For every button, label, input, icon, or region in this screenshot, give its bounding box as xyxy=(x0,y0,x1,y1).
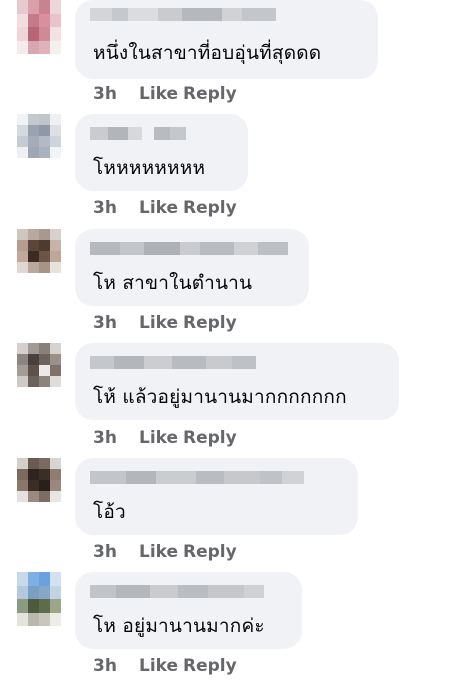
author-name-redacted[interactable] xyxy=(90,471,304,484)
comment-bubble: โห้ แล้วอยู่มานานมากกกกกกก xyxy=(75,343,399,420)
comment-actions: 3h Like Reply xyxy=(93,656,237,676)
reply-link[interactable]: Reply xyxy=(183,313,237,333)
comment-actions: 3h Like Reply xyxy=(93,198,237,218)
comment-time[interactable]: 3h xyxy=(93,542,139,562)
comment-text: โห้ แล้วอยู่มานานมากกกกกกก xyxy=(93,386,347,408)
like-link[interactable]: Like xyxy=(139,542,183,562)
author-name-redacted[interactable] xyxy=(90,127,186,140)
avatar[interactable] xyxy=(17,0,61,54)
author-name-redacted[interactable] xyxy=(90,242,288,255)
avatar[interactable] xyxy=(17,572,61,626)
reply-link[interactable]: Reply xyxy=(183,656,237,676)
comment-actions: 3h Like Reply xyxy=(93,542,237,562)
avatar[interactable] xyxy=(17,458,61,502)
avatar[interactable] xyxy=(17,343,61,387)
comment-bubble: โห อยู่มานานมากค่ะ xyxy=(75,572,302,649)
comment-actions: 3h Like Reply xyxy=(93,84,237,104)
comment-actions: 3h Like Reply xyxy=(93,313,237,333)
comment-time[interactable]: 3h xyxy=(93,656,139,676)
avatar[interactable] xyxy=(17,229,61,273)
reply-link[interactable]: Reply xyxy=(183,542,237,562)
comment-bubble: โอ้ว xyxy=(75,458,358,535)
like-link[interactable]: Like xyxy=(139,198,183,218)
comment-actions: 3h Like Reply xyxy=(93,428,237,448)
like-link[interactable]: Like xyxy=(139,656,183,676)
reply-link[interactable]: Reply xyxy=(183,84,237,104)
comment-bubble: โห สาขาในตำนาน xyxy=(75,229,309,306)
comment-text: โห อยู่มานานมากค่ะ xyxy=(93,615,265,637)
comment-time[interactable]: 3h xyxy=(93,428,139,448)
comment-time[interactable]: 3h xyxy=(93,313,139,333)
comment-time[interactable]: 3h xyxy=(93,198,139,218)
reply-link[interactable]: Reply xyxy=(183,198,237,218)
comment-text: โอ้ว xyxy=(93,501,126,523)
author-name-redacted[interactable] xyxy=(90,8,276,21)
author-name-redacted[interactable] xyxy=(90,356,256,369)
like-link[interactable]: Like xyxy=(139,428,183,448)
comment-bubble: หนึ่งในสาขาที่อบอุ่นที่สุดดด xyxy=(75,0,378,79)
comment-text: หนึ่งในสาขาที่อบอุ่นที่สุดดด xyxy=(93,42,322,64)
comment-text: โหหหหหหหห xyxy=(93,157,206,179)
like-link[interactable]: Like xyxy=(139,84,183,104)
author-name-redacted[interactable] xyxy=(90,585,264,598)
reply-link[interactable]: Reply xyxy=(183,428,237,448)
avatar[interactable] xyxy=(17,114,61,158)
comment-text: โห สาขาในตำนาน xyxy=(93,272,253,294)
comment-bubble: โหหหหหหหห xyxy=(75,114,248,191)
like-link[interactable]: Like xyxy=(139,313,183,333)
comment-time[interactable]: 3h xyxy=(93,84,139,104)
